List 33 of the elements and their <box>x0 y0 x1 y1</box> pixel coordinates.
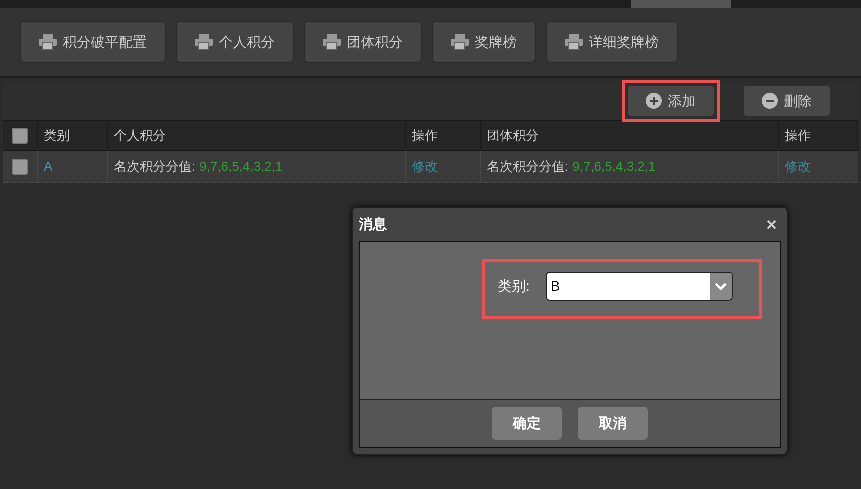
column-header: 团体积分 <box>487 126 539 145</box>
print-button[interactable]: 团体积分 <box>304 21 422 63</box>
category-link[interactable]: A <box>44 156 53 176</box>
column-header: 操作 <box>785 126 811 145</box>
plus-icon <box>646 93 662 109</box>
column-header: 类别 <box>44 126 70 145</box>
delete-button[interactable]: 删除 <box>744 86 830 116</box>
score-value: 9,7,6,5,4,3,2,1 <box>200 158 283 176</box>
print-button[interactable]: 奖牌榜 <box>432 21 536 63</box>
chevron-down-icon <box>714 282 727 290</box>
printer-icon <box>451 34 469 50</box>
printer-icon <box>323 34 341 50</box>
printer-icon <box>39 34 57 50</box>
confirm-button[interactable]: 确定 <box>492 407 562 440</box>
add-button[interactable]: 添加 <box>628 86 714 116</box>
score-label: 名次积分分值: <box>114 158 196 176</box>
dialog-title: 消息 <box>359 215 387 234</box>
printer-icon <box>195 34 213 50</box>
checkbox[interactable] <box>12 158 28 174</box>
checkbox[interactable] <box>12 128 28 144</box>
score-label: 名次积分分值: <box>487 158 569 176</box>
close-button[interactable]: × <box>766 216 781 234</box>
print-button[interactable]: 积分破平配置 <box>20 21 166 63</box>
print-button[interactable]: 个人积分 <box>176 21 294 63</box>
score-value: 9,7,6,5,4,3,2,1 <box>572 158 656 176</box>
cancel-button[interactable]: 取消 <box>578 407 648 440</box>
category-select[interactable]: B <box>546 272 733 301</box>
field-label: 类别: <box>498 277 530 296</box>
printer-icon <box>565 34 583 50</box>
print-button[interactable]: 详细奖牌榜 <box>546 21 678 63</box>
column-header: 个人积分 <box>114 126 166 145</box>
minus-icon <box>762 93 778 109</box>
column-header: 操作 <box>412 126 438 145</box>
